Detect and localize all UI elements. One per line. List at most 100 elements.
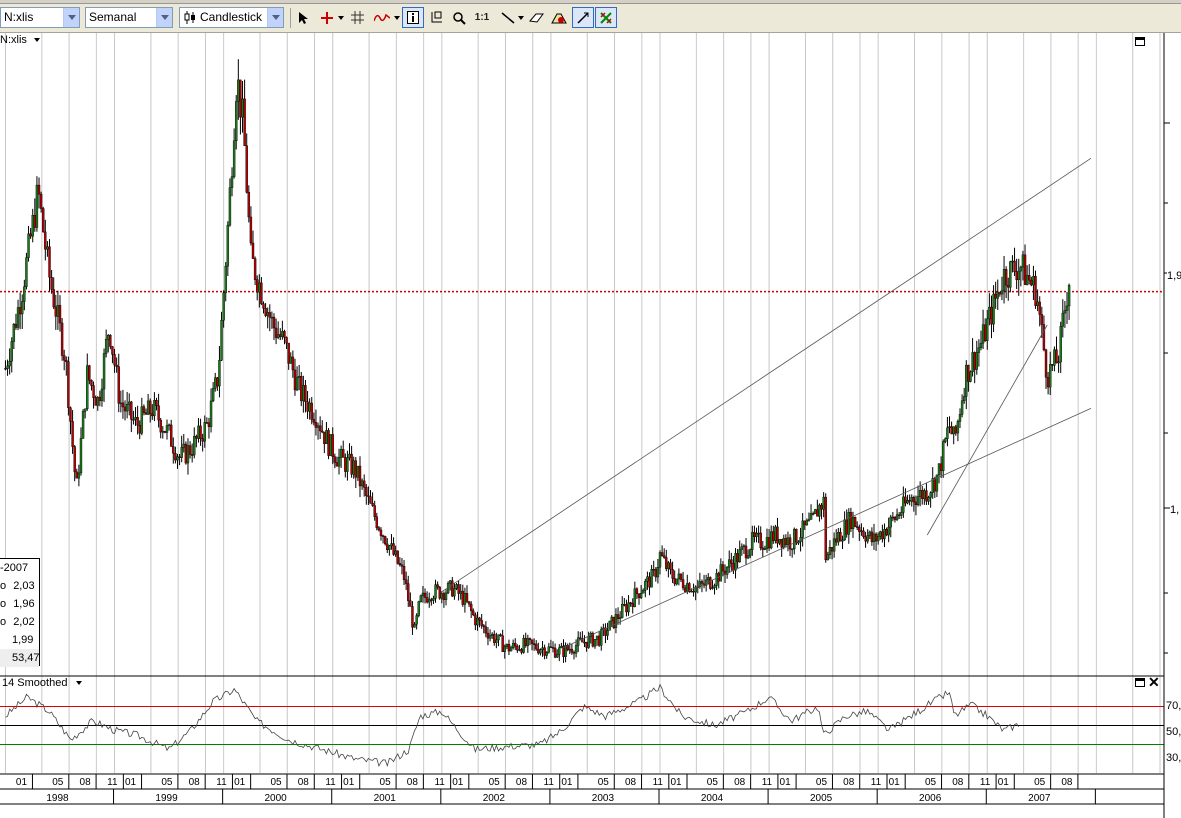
candle-up bbox=[713, 585, 716, 588]
candle-down bbox=[845, 519, 848, 535]
candle-up bbox=[801, 520, 804, 538]
candle-up bbox=[843, 519, 846, 541]
indicator-dropdown[interactable] bbox=[394, 16, 400, 20]
candle-down bbox=[625, 604, 628, 613]
symbol-combo[interactable]: N:xlis bbox=[0, 7, 80, 28]
candle-up bbox=[1061, 312, 1064, 327]
candle-up bbox=[547, 646, 551, 653]
candle-down bbox=[654, 569, 658, 578]
chevron-down-icon[interactable] bbox=[75, 681, 82, 686]
candle-down bbox=[362, 480, 366, 488]
candle-down bbox=[499, 634, 502, 636]
candle-down bbox=[44, 231, 47, 250]
candle-down bbox=[830, 546, 834, 552]
chevron-down-icon[interactable] bbox=[156, 8, 172, 27]
grid-toggle-button[interactable] bbox=[595, 7, 617, 28]
chart-area[interactable]: 01 05 08 11 01 05 08 11 01 05 08 11 01 05 08 11 01 05 08 11… bbox=[0, 33, 1181, 818]
candle-up bbox=[488, 635, 492, 639]
candle-down bbox=[42, 208, 45, 233]
candle-up bbox=[763, 548, 767, 550]
properties-button[interactable] bbox=[548, 7, 570, 28]
candle-down bbox=[631, 603, 634, 607]
candle-up bbox=[209, 400, 213, 427]
candle-down bbox=[730, 559, 733, 564]
candle-up bbox=[222, 292, 225, 321]
candle-down bbox=[780, 539, 783, 548]
candle-up bbox=[413, 623, 416, 628]
candle-down bbox=[662, 555, 666, 558]
candle-down bbox=[249, 216, 253, 244]
candle-down bbox=[874, 533, 878, 542]
candle-down bbox=[795, 528, 798, 544]
zoom-area-button[interactable] bbox=[425, 7, 447, 28]
candle-down bbox=[375, 516, 378, 528]
candle-up bbox=[79, 438, 83, 474]
candle-up bbox=[971, 352, 974, 373]
chevron-down-icon[interactable] bbox=[33, 38, 40, 43]
candle-down bbox=[144, 412, 148, 415]
zoom-reset-button[interactable]: 1:1 bbox=[471, 7, 493, 28]
candle-down bbox=[342, 449, 345, 458]
candle-down bbox=[835, 538, 838, 543]
autoscale-icon bbox=[577, 11, 589, 24]
candle-up bbox=[161, 430, 164, 433]
candle-up bbox=[906, 500, 909, 504]
period-combo[interactable]: Semanal bbox=[85, 7, 173, 28]
candle-down bbox=[327, 430, 330, 456]
candle-up bbox=[707, 577, 710, 581]
candle-down bbox=[279, 334, 282, 337]
candle-down bbox=[291, 356, 295, 371]
grid-button[interactable] bbox=[346, 7, 368, 28]
candle-down bbox=[117, 366, 120, 404]
maximize-indicator-button[interactable] bbox=[1135, 678, 1145, 687]
eraser-button[interactable] bbox=[525, 7, 547, 28]
chevron-down-icon[interactable] bbox=[63, 8, 79, 27]
candle-up bbox=[618, 617, 622, 619]
indicator-button[interactable] bbox=[371, 7, 393, 28]
candle-up bbox=[526, 638, 530, 646]
candle-up bbox=[568, 648, 571, 651]
candle-down bbox=[272, 316, 276, 329]
candle-down bbox=[75, 471, 78, 479]
crosshair-dropdown[interactable] bbox=[338, 16, 344, 20]
line-tool-icon bbox=[501, 11, 515, 24]
zoom-button[interactable] bbox=[448, 7, 470, 28]
indicator-panel bbox=[0, 675, 1164, 768]
indicator-title[interactable]: 14 Smoothed bbox=[2, 677, 82, 689]
candle-up bbox=[23, 286, 26, 302]
pointer-button[interactable] bbox=[293, 7, 315, 28]
candle-down bbox=[285, 337, 288, 344]
properties-icon bbox=[551, 13, 567, 23]
candle-down bbox=[411, 606, 414, 628]
candle-up bbox=[1021, 254, 1025, 268]
chart-style-combo[interactable]: Candlestick bbox=[179, 7, 284, 28]
candle-up bbox=[690, 590, 693, 593]
candle-up bbox=[348, 453, 351, 458]
candle-down bbox=[669, 562, 672, 570]
autoscale-button[interactable] bbox=[572, 7, 594, 28]
candle-down bbox=[333, 456, 337, 463]
candle-down bbox=[528, 638, 532, 641]
candle-up bbox=[276, 334, 280, 338]
candle-up bbox=[497, 634, 500, 641]
close-icon[interactable]: ✕ bbox=[1148, 674, 1160, 691]
candle-down bbox=[732, 563, 735, 571]
candle-up bbox=[297, 376, 301, 378]
candle-down bbox=[163, 430, 167, 433]
line-tool-button[interactable] bbox=[497, 7, 519, 28]
candle-up bbox=[608, 620, 611, 631]
indicator-title-text: 14 Smoothed bbox=[2, 677, 68, 689]
chevron-down-icon[interactable] bbox=[267, 8, 283, 27]
candle-down bbox=[629, 602, 632, 604]
candle-up bbox=[749, 549, 752, 556]
year-tick-label: 2003 bbox=[592, 793, 615, 804]
price-panel-title[interactable]: N:xlis bbox=[0, 34, 40, 46]
info-button[interactable] bbox=[402, 7, 424, 28]
candle-up bbox=[232, 140, 236, 177]
maximize-price-panel-button[interactable] bbox=[1135, 37, 1145, 46]
trend-line bbox=[561, 407, 1092, 649]
candle-up bbox=[986, 318, 989, 341]
line-tool-dropdown[interactable] bbox=[518, 16, 524, 20]
crosshair-button[interactable] bbox=[316, 7, 338, 28]
candle-up bbox=[738, 549, 741, 563]
